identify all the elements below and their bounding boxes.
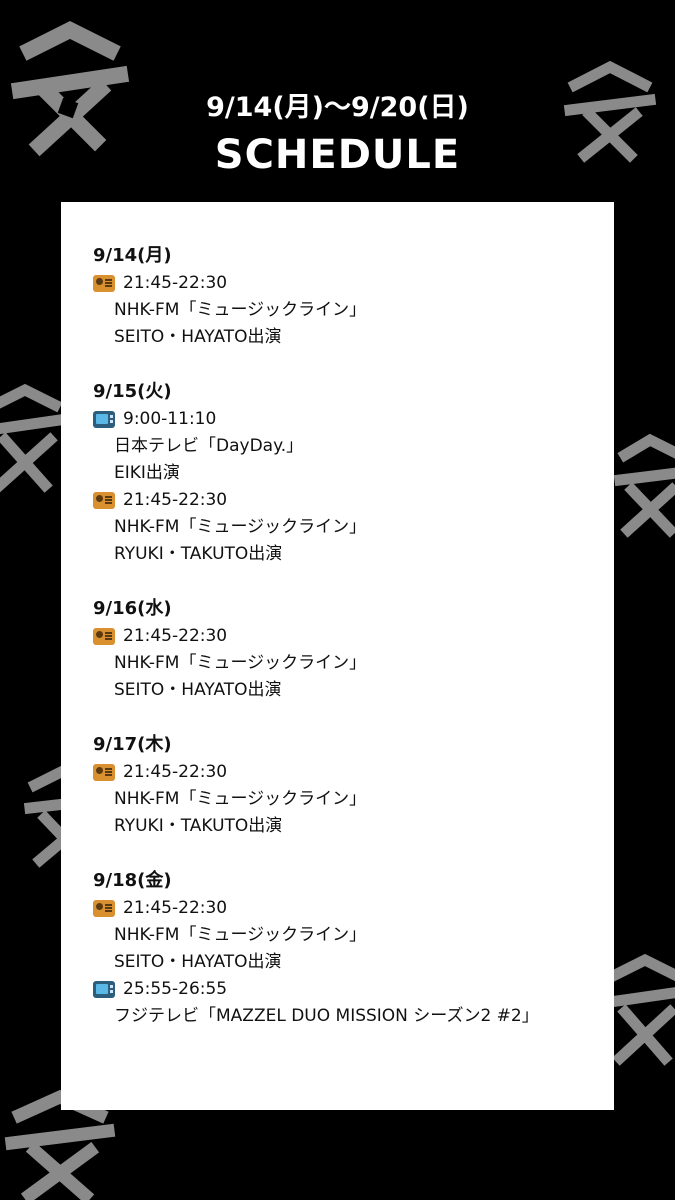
entry-time: 21:45-22:30 bbox=[123, 762, 228, 782]
schedule-day: 9/15(火) 9:00-11:10 日本テレビ「DayDay.」 EIKI出演 21:… bbox=[93, 378, 598, 568]
entry-time-line: 25:55-26:55 bbox=[93, 976, 598, 1003]
entry-cast: RYUKI・TAKUTO出演 bbox=[114, 816, 283, 836]
entry-program: フジテレビ「MAZZEL DUO MISSION シーズン2 #2」 bbox=[114, 1006, 539, 1026]
day-date: 9/15(火) bbox=[93, 381, 172, 402]
entry-time: 25:55-26:55 bbox=[123, 979, 228, 999]
schedule-day: 9/14(月) 21:45-22:30 NHK-FM「ミュージックライン」 SEITO… bbox=[93, 242, 598, 351]
schedule-day: 9/16(水) 21:45-22:30 NHK-FM「ミュージックライン」 SEITO… bbox=[93, 595, 598, 704]
radio-icon bbox=[93, 628, 115, 645]
entry-time-line: 21:45-22:30 bbox=[93, 270, 598, 297]
schedule-list: 9/14(月) 21:45-22:30 NHK-FM「ミュージックライン」 SEITO… bbox=[93, 242, 598, 1057]
radio-icon bbox=[93, 764, 115, 781]
schedule-card: 9/14(月) 21:45-22:30 NHK-FM「ミュージックライン」 SEITO… bbox=[61, 202, 614, 1110]
entry-program: NHK-FM「ミュージックライン」 bbox=[114, 653, 367, 673]
entry-cast: RYUKI・TAKUTO出演 bbox=[114, 544, 283, 564]
entry-program: NHK-FM「ミュージックライン」 bbox=[114, 300, 367, 320]
entry-program: NHK-FM「ミュージックライン」 bbox=[114, 789, 367, 809]
entry-time-line: 21:45-22:30 bbox=[93, 895, 598, 922]
entry-time: 21:45-22:30 bbox=[123, 490, 228, 510]
radio-icon bbox=[93, 275, 115, 292]
logo-mark-decoration bbox=[0, 383, 67, 493]
entry-time-line: 21:45-22:30 bbox=[93, 759, 598, 786]
entry-time: 21:45-22:30 bbox=[123, 898, 228, 918]
page-title: SCHEDULE bbox=[214, 132, 461, 178]
day-date: 9/14(月) bbox=[93, 245, 172, 266]
radio-icon bbox=[93, 492, 115, 509]
schedule-day: 9/17(木) 21:45-22:30 NHK-FM「ミュージックライン」 RYUKI… bbox=[93, 731, 598, 840]
entry-program: NHK-FM「ミュージックライン」 bbox=[114, 925, 367, 945]
entry-time-line: 9:00-11:10 bbox=[93, 406, 598, 433]
day-date: 9/18(金) bbox=[93, 870, 172, 891]
entry-cast: SEITO・HAYATO出演 bbox=[114, 680, 282, 700]
entry-program: 日本テレビ「DayDay.」 bbox=[114, 436, 304, 456]
entry-cast: EIKI出演 bbox=[114, 463, 180, 483]
entry-cast: SEITO・HAYATO出演 bbox=[114, 952, 282, 972]
entry-time: 9:00-11:10 bbox=[123, 409, 217, 429]
entry-time: 21:45-22:30 bbox=[123, 626, 228, 646]
entry-cast: SEITO・HAYATO出演 bbox=[114, 327, 282, 347]
date-range: 9/14(月)〜9/20(日) bbox=[206, 92, 469, 123]
entry-time-line: 21:45-22:30 bbox=[93, 623, 598, 650]
day-date: 9/17(木) bbox=[93, 734, 172, 755]
entry-time-line: 21:45-22:30 bbox=[93, 487, 598, 514]
radio-icon bbox=[93, 900, 115, 917]
entry-time: 21:45-22:30 bbox=[123, 273, 228, 293]
header: 9/14(月)〜9/20(日) SCHEDULE bbox=[0, 85, 675, 178]
tv-icon bbox=[93, 981, 115, 998]
tv-icon bbox=[93, 411, 115, 428]
logo-mark-decoration bbox=[613, 433, 675, 538]
entry-program: NHK-FM「ミュージックライン」 bbox=[114, 517, 367, 537]
schedule-day: 9/18(金) 21:45-22:30 NHK-FM「ミュージックライン」 SEITO… bbox=[93, 867, 598, 1030]
day-date: 9/16(水) bbox=[93, 598, 172, 619]
